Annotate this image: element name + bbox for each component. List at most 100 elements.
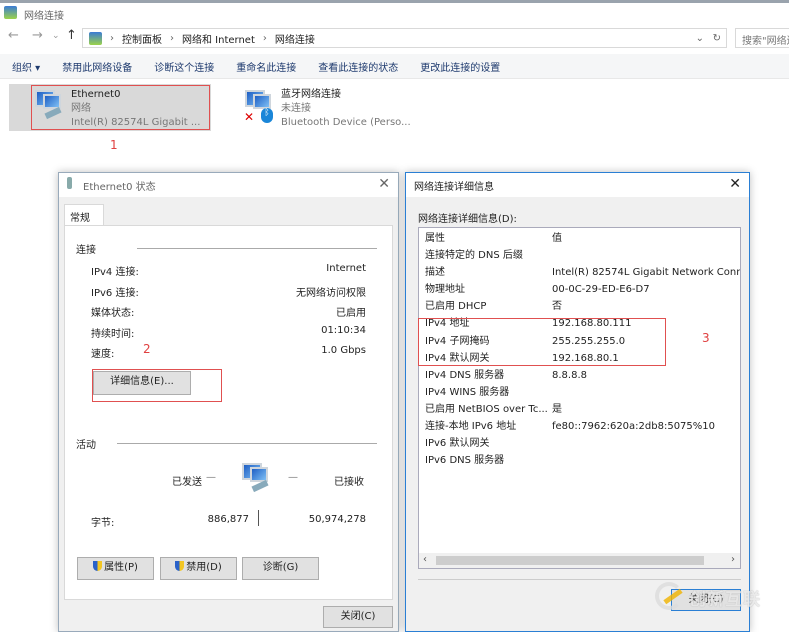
- organize-menu[interactable]: 组织 ▾: [12, 59, 40, 74]
- status-row-label: 速度:: [91, 349, 115, 360]
- search-input[interactable]: 搜索"网络连接": [735, 28, 789, 48]
- section-activity: 活动: [76, 440, 96, 451]
- diagnose-button[interactable]: 诊断这个连接: [154, 59, 214, 74]
- status-row-label: 媒体状态:: [91, 308, 135, 319]
- property-name: IPv4 WINS 服务器: [425, 386, 510, 398]
- rename-button[interactable]: 重命名此连接: [236, 59, 296, 74]
- network-details-dialog: 网络连接详细信息 ✕ 网络连接详细信息(D): 属性 值 连接特定的 DNS 后…: [405, 172, 750, 632]
- horizontal-scrollbar[interactable]: ‹ ›: [419, 553, 740, 568]
- sent-label: 已发送: [172, 477, 202, 488]
- breadcrumb-network-internet[interactable]: 网络和 Internet: [182, 31, 255, 46]
- status-row-value: 无网络访问权限: [296, 287, 366, 299]
- property-name: IPv6 DNS 服务器: [425, 455, 505, 467]
- sent-line: —: [206, 472, 216, 483]
- window-title: 网络连接: [24, 11, 64, 22]
- details-row[interactable]: IPv6 DNS 服务器: [419, 452, 740, 469]
- details-row[interactable]: 描述 Intel(R) 82574L Gigabit Network Conne…: [419, 264, 740, 281]
- property-value: 否: [552, 301, 562, 313]
- dialog-title-bar: 网络连接详细信息 ✕: [406, 173, 749, 197]
- refresh-icon[interactable]: ↻: [713, 33, 721, 44]
- header-value[interactable]: 值: [552, 230, 562, 247]
- status-row-value: 1.0 Gbps: [321, 345, 366, 356]
- close-icon[interactable]: ✕: [729, 176, 741, 192]
- status-row-label: 持续时间:: [91, 328, 135, 340]
- change-settings-button[interactable]: 更改此连接的设置: [420, 59, 500, 74]
- property-name: 已启用 DHCP: [425, 301, 487, 313]
- recent-chevron-icon[interactable]: ⌄: [52, 31, 60, 41]
- connection-device: Bluetooth Device (Perso...: [281, 117, 411, 128]
- disable-label: 禁用(D): [186, 562, 222, 573]
- uac-shield-icon: [93, 561, 103, 571]
- scroll-left-icon[interactable]: ‹: [423, 554, 427, 565]
- bytes-sent: 886,877: [207, 514, 249, 525]
- details-list[interactable]: 属性 值 连接特定的 DNS 后缀 描述 Intel(R) 82574L Gig…: [418, 227, 741, 569]
- activity-computers-icon: [240, 461, 270, 493]
- view-status-button[interactable]: 查看此连接的状态: [318, 59, 398, 74]
- network-connections-icon: [4, 6, 17, 19]
- disconnected-x-icon: ✕: [244, 110, 255, 124]
- status-row-label: IPv6 连接:: [91, 287, 139, 299]
- up-arrow-icon[interactable]: ↑: [66, 28, 77, 43]
- received-label: 已接收: [334, 477, 364, 488]
- diagnose-button[interactable]: 诊断(G): [242, 557, 319, 580]
- status-row-value: 01:10:34: [321, 324, 366, 336]
- divider: [137, 248, 377, 249]
- general-panel: 连接 IPv4 连接: Internet IPv6 连接: 无网络访问权限 媒体状态…: [64, 225, 393, 600]
- breadcrumb-network-connections[interactable]: 网络连接: [275, 31, 315, 46]
- connection-status: 未连接: [281, 103, 311, 114]
- property-value: 是: [552, 403, 562, 415]
- details-row[interactable]: 连接-本地 IPv6 地址 fe80::7962:620a:2db8:5075%…: [419, 418, 740, 435]
- property-value: 00-0C-29-ED-E6-D7: [552, 284, 650, 296]
- property-name: 描述: [425, 267, 445, 279]
- watermark-text: 创新互联: [689, 590, 761, 610]
- received-line: —: [288, 472, 298, 483]
- property-value: Intel(R) 82574L Gigabit Network Connec: [552, 267, 741, 279]
- property-value: fe80::7962:620a:2db8:5075%10: [552, 421, 716, 432]
- forward-arrow-icon[interactable]: →: [32, 28, 43, 43]
- back-arrow-icon[interactable]: ←: [8, 28, 19, 43]
- property-name: 已启用 NetBIOS over Tc...: [425, 403, 548, 415]
- details-row[interactable]: IPv6 默认网关: [419, 435, 740, 452]
- details-row[interactable]: IPv4 DNS 服务器 8.8.8.8: [419, 367, 740, 384]
- status-row-label: IPv4 连接:: [91, 267, 139, 278]
- details-row[interactable]: 已启用 DHCP 否: [419, 298, 740, 315]
- property-name: IPv4 DNS 服务器: [425, 369, 505, 381]
- properties-label: 属性(P): [104, 562, 138, 573]
- address-bar[interactable]: › 控制面板 › 网络和 Internet › 网络连接 ⌄ ↻: [82, 28, 727, 48]
- scroll-right-icon[interactable]: ›: [731, 554, 735, 565]
- close-button[interactable]: 关闭(C): [323, 606, 393, 628]
- details-row[interactable]: 物理地址 00-0C-29-ED-E6-D7: [419, 281, 740, 298]
- details-row[interactable]: IPv4 WINS 服务器: [419, 384, 740, 401]
- property-name: 连接-本地 IPv6 地址: [425, 421, 517, 432]
- details-row[interactable]: 已启用 NetBIOS over Tc... 是: [419, 401, 740, 418]
- disable-device-button[interactable]: 禁用此网络设备: [62, 59, 132, 74]
- scrollbar-thumb[interactable]: [436, 556, 704, 565]
- breadcrumb-control-panel[interactable]: 控制面板: [122, 31, 162, 46]
- close-icon[interactable]: ✕: [378, 176, 390, 192]
- property-name: 连接特定的 DNS 后缀: [425, 250, 523, 261]
- command-bar: 组织 ▾ 禁用此网络设备 诊断这个连接 重命名此连接 查看此连接的状态 更改此连…: [0, 54, 789, 79]
- control-panel-icon: [89, 31, 102, 45]
- dialog-title: Ethernet0 状态: [83, 182, 156, 193]
- dialog-title: 网络连接详细信息: [414, 182, 494, 193]
- bytes-divider: [258, 510, 259, 526]
- tab-general[interactable]: 常规: [64, 204, 104, 226]
- divider: [117, 443, 377, 444]
- disable-button[interactable]: 禁用(D): [160, 557, 237, 580]
- connection-bluetooth[interactable]: ✕ ᛒ 蓝牙网络连接 未连接 Bluetooth Device (Perso..…: [243, 84, 433, 131]
- bytes-received: 50,974,278: [308, 514, 366, 525]
- network-adapter-icon: ✕ ᛒ: [243, 88, 273, 124]
- details-label: 网络连接详细信息(D):: [418, 214, 517, 225]
- list-header: 属性 值: [419, 230, 740, 247]
- status-row-value: 已启用: [336, 308, 366, 319]
- highlight-box-1: [31, 85, 210, 130]
- bluetooth-icon: ᛒ: [261, 108, 273, 123]
- annotation-3: 3: [702, 331, 710, 345]
- annotation-1: 1: [110, 138, 118, 152]
- property-value: 8.8.8.8: [552, 369, 587, 381]
- window-title-bar: 网络连接: [0, 0, 789, 24]
- details-row[interactable]: 连接特定的 DNS 后缀: [419, 247, 740, 264]
- dropdown-chevron-icon[interactable]: ⌄: [696, 33, 704, 44]
- header-property[interactable]: 属性: [425, 230, 445, 247]
- properties-button[interactable]: 属性(P): [77, 557, 154, 580]
